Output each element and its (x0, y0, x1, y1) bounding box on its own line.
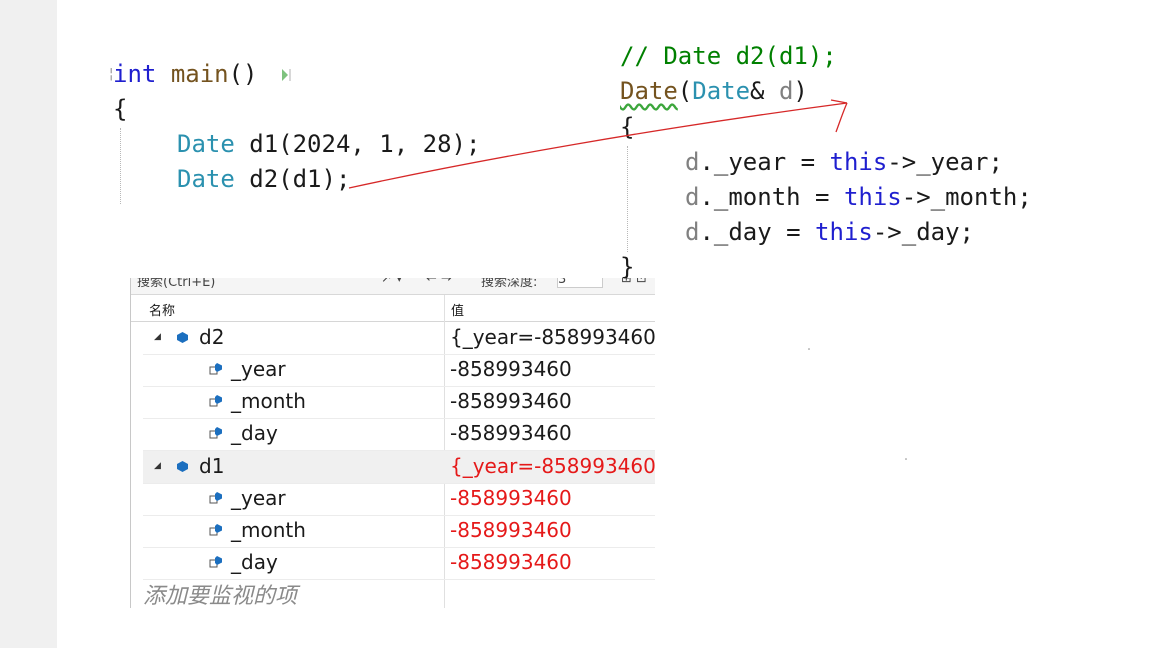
field-name: _day (231, 421, 278, 445)
value-column-header[interactable]: 值 (451, 300, 464, 319)
field-icon (209, 556, 222, 568)
field-icon (209, 524, 222, 536)
watch-row-d2-year[interactable]: _year -858993460 (143, 354, 655, 387)
search-depth-label: 搜索深度: (481, 278, 538, 290)
watch-window: 搜索(Ctrl+E) ↗ ▾ ← → 搜索深度: 3 ⊞ ⊡ 名称 值 ◢ d2… (130, 278, 655, 608)
watch-row-d2[interactable]: ◢ d2 {_year=-858993460 _ (143, 322, 655, 355)
collapse-triangle-icon[interactable]: ◢ (154, 332, 161, 342)
watch-toolbar: 搜索(Ctrl+E) ↗ ▾ ← → 搜索深度: 3 ⊞ ⊡ (131, 278, 655, 295)
watch-row-d1-day[interactable]: _day -858993460 (143, 547, 655, 580)
search-dropdown-icon[interactable]: ↗ ▾ (381, 278, 403, 286)
variable-value[interactable]: {_year=-858993460 _ (450, 454, 655, 478)
field-name: _day (231, 550, 278, 574)
watch-row-d2-month[interactable]: _month -858993460 (143, 386, 655, 419)
field-icon (209, 427, 222, 439)
nav-arrows-icon[interactable]: ← → (426, 278, 452, 286)
slide-canvas: ¦ int main() { Date d1(2024, 1, 28); Dat… (57, 0, 1154, 648)
search-depth-select[interactable]: 3 (557, 278, 603, 288)
field-value[interactable]: -858993460 (450, 389, 572, 413)
watch-column-header: 名称 值 (131, 295, 655, 322)
name-column-header[interactable]: 名称 (149, 300, 175, 319)
field-value[interactable]: -858993460 (450, 550, 572, 574)
field-value[interactable]: -858993460 (450, 486, 572, 510)
object-icon (177, 332, 188, 343)
field-value[interactable]: -858993460 (450, 357, 572, 381)
watch-search-box[interactable]: 搜索(Ctrl+E) (137, 278, 215, 290)
add-watch-item-input[interactable]: 添加要监视的项 (143, 578, 297, 608)
field-name: _month (231, 518, 306, 542)
field-icon (209, 395, 222, 407)
watch-row-d1-month[interactable]: _month -858993460 (143, 515, 655, 548)
field-name: _year (231, 357, 286, 381)
variable-name: d1 (199, 454, 225, 478)
collapse-triangle-icon[interactable]: ◢ (154, 461, 161, 471)
variable-name: d2 (199, 325, 225, 349)
field-icon (209, 492, 222, 504)
variable-value[interactable]: {_year=-858993460 _ (450, 325, 655, 349)
field-icon (209, 363, 222, 375)
watch-row-d2-day[interactable]: _day -858993460 (143, 418, 655, 451)
object-icon (177, 461, 188, 472)
watch-row-d1[interactable]: ◢ d1 {_year=-858993460 _ (143, 451, 655, 484)
field-name: _year (231, 486, 286, 510)
field-value[interactable]: -858993460 (450, 518, 572, 542)
field-name: _month (231, 389, 306, 413)
field-value[interactable]: -858993460 (450, 421, 572, 445)
pin-icon[interactable]: ⊞ ⊡ (621, 278, 647, 286)
watch-row-d1-year[interactable]: _year -858993460 (143, 483, 655, 516)
